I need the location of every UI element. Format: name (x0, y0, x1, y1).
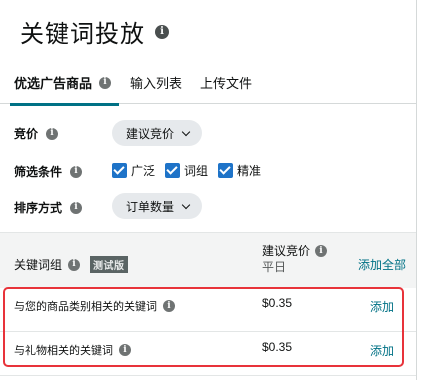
checkbox-exact[interactable]: 精准 (218, 162, 261, 179)
tab-enter-list[interactable]: 输入列表 (130, 73, 182, 92)
keyword-label: 与您的商品类别相关的关键词 (14, 301, 157, 313)
info-icon[interactable]: i (155, 24, 169, 39)
page-title: 关键词投放 (20, 21, 145, 48)
add-keyword-link[interactable]: 添加 (370, 298, 394, 315)
info-icon[interactable]: i (163, 300, 175, 312)
sort-dropdown-value: 订单数量 (126, 199, 175, 214)
checkbox-phrase[interactable]: 词组 (165, 162, 208, 179)
info-icon[interactable]: i (68, 258, 81, 271)
page-header: 关键词投放 i (20, 14, 169, 49)
keyword-cell: 与您的商品类别相关的关键词 i (14, 298, 175, 314)
info-icon[interactable]: i (119, 344, 131, 356)
panel-divider (416, 0, 417, 380)
checkbox-label: 词组 (184, 164, 209, 178)
checkbox-broad[interactable]: 广泛 (112, 162, 155, 179)
tab-upload-file[interactable]: 上传文件 (200, 73, 252, 92)
tab-label: 优选广告商品 (14, 76, 93, 91)
table-row: 与您的商品类别相关的关键词 i $0.35 添加 (0, 288, 416, 332)
filter-label-row: 筛选条件 i (14, 163, 83, 180)
keyword-group-label: 关键词组 (14, 258, 63, 272)
add-keyword-link[interactable]: 添加 (370, 342, 394, 359)
sort-label-row: 排序方式 i (14, 199, 83, 216)
info-icon[interactable]: i (70, 201, 83, 214)
info-icon[interactable]: i (46, 127, 59, 140)
tab-bar: 优选广告商品 i 输入列表 上传文件 (0, 62, 416, 106)
bid-value: $0.35 (262, 296, 293, 310)
suggested-bid-label: 建议竞价 (262, 244, 311, 258)
bid-value: $0.35 (262, 340, 293, 354)
keyword-cell: 与礼物相关的关键词 i (14, 342, 131, 358)
keyword-table-header: 关键词组 i 测试版 建议竞价 i 平日 添加全部 (0, 232, 416, 288)
checkbox-label: 广泛 (131, 164, 156, 178)
checkbox-checked-icon[interactable] (218, 163, 234, 178)
tab-label: 输入列表 (130, 76, 183, 91)
info-icon[interactable]: i (99, 76, 112, 89)
info-icon[interactable]: i (70, 165, 83, 178)
checkbox-checked-icon[interactable] (112, 163, 127, 178)
sort-label: 排序方式 (14, 201, 63, 215)
bid-label: 竞价 (14, 127, 39, 141)
checkbox-checked-icon[interactable] (165, 163, 181, 178)
filter-label: 筛选条件 (14, 165, 63, 179)
match-type-filters: 广泛 词组 精准 (112, 162, 271, 179)
keyword-label: 与礼物相关的关键词 (14, 345, 113, 357)
suggested-bid-sublabel: 平日 (262, 260, 287, 274)
add-all-link[interactable]: 添加全部 (358, 256, 406, 273)
sort-dropdown[interactable]: 订单数量 (112, 193, 203, 219)
bid-dropdown-value: 建议竞价 (126, 126, 175, 141)
tab-label: 上传文件 (200, 76, 253, 91)
suggested-bid-header: 建议竞价 i 平日 (262, 243, 328, 275)
beta-badge: 测试版 (90, 256, 128, 273)
chevron-down-icon (182, 129, 190, 137)
bid-label-row: 竞价 i (14, 125, 59, 142)
chevron-down-icon (182, 202, 190, 210)
tab-suggested-products[interactable]: 优选广告商品 i (9, 73, 120, 106)
table-row: 与礼物相关的关键词 i $0.35 添加 (0, 332, 416, 376)
checkbox-label: 精准 (237, 164, 262, 178)
keyword-group-header: 关键词组 i 测试版 (14, 256, 128, 273)
info-icon[interactable]: i (315, 245, 328, 257)
bid-dropdown[interactable]: 建议竞价 (112, 120, 203, 146)
